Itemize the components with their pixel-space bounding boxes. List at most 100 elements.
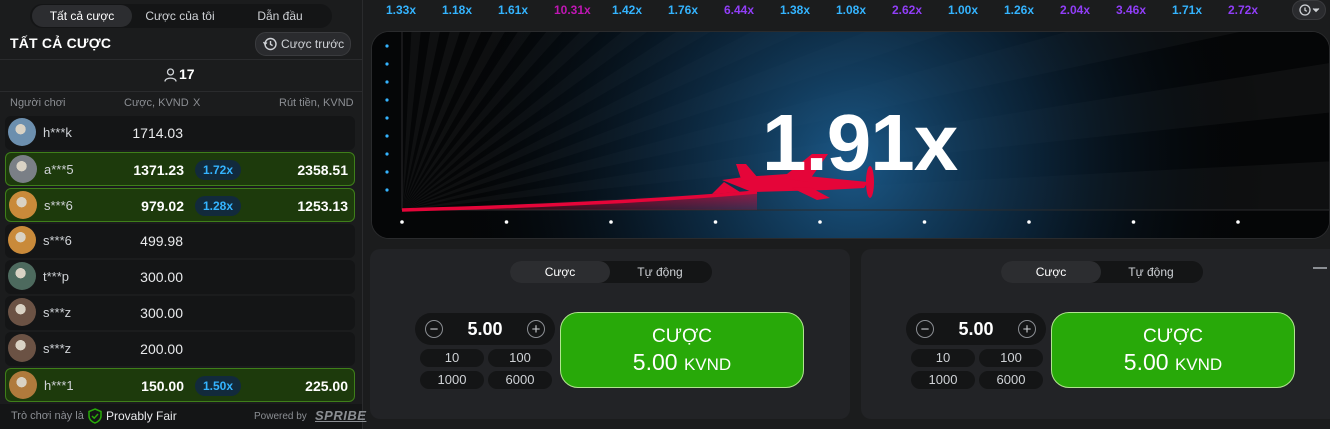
history-multiplier[interactable]: 1.38x [780,3,810,17]
bet-row: s***z 300.00 [5,296,355,330]
history-multiplier[interactable]: 1.00x [948,3,978,17]
tab-auto[interactable]: Tự động [610,261,710,283]
game-canvas: 1.91x [371,31,1330,239]
spribe-logo[interactable]: SPRIBE [315,408,366,423]
quick-amount-button[interactable]: 100 [488,349,552,367]
previous-bets-label: Cược trước [281,37,345,51]
bet-amount: 979.02 [141,198,184,214]
quick-amount-button[interactable]: 10 [420,349,484,367]
history-multiplier[interactable]: 1.76x [668,3,698,17]
player-name: s***z [43,305,72,320]
decrease-button[interactable]: − [916,320,934,338]
history-multiplier[interactable]: 1.18x [442,3,472,17]
bet-amount: 200.00 [140,341,183,357]
bets-tabs: Tất cả cược Cược của tôi Dẫn đầu [30,4,332,28]
bet-panel: Cược Tự động −5.00 +10 100 1000 6000 CƯỢC 5.00 K… [861,249,1330,419]
bet-amount: 150.00 [141,378,184,394]
footer: Trò chơi này là Provably Fair Powered by… [0,404,366,429]
quick-amount-button[interactable]: 6000 [979,371,1043,389]
history-multiplier[interactable]: 6.44x [724,3,754,17]
player-name: h***k [43,125,72,140]
bet-amount: 300.00 [140,269,183,285]
avatar [8,262,36,290]
player-name: s***6 [43,233,72,248]
bet-button-amount: 5.00 KVND [561,349,803,376]
tab-bet[interactable]: Cược [510,261,610,283]
avatar [8,118,36,146]
history-multiplier[interactable]: 2.62x [892,3,922,17]
shield-check-icon [88,408,102,424]
previous-bets-button[interactable]: Cược trước [255,32,351,56]
history-icon [262,37,277,51]
place-bet-button[interactable]: CƯỢC 5.00 KVND [1051,312,1295,388]
tab-bet[interactable]: Cược [1001,261,1101,283]
col-player: Người chơi [10,97,66,109]
player-name: s***z [43,341,72,356]
bet-mode-switch: Cược Tự động [1001,261,1203,283]
user-icon [164,68,177,82]
quick-amount-button[interactable]: 1000 [911,371,975,389]
bet-row: s***6 979.02 1.28x 1253.13 [5,188,355,222]
bet-button-currency: KVND [1174,355,1223,374]
history-multiplier[interactable]: 3.46x [1116,3,1146,17]
divider [0,59,362,60]
avatar [8,334,36,362]
current-multiplier: 1.91x [762,98,958,187]
player-count-value: 17 [179,66,195,82]
history-multiplier[interactable]: 1.33x [386,3,416,17]
history-multiplier[interactable]: 1.71x [1172,3,1202,17]
bet-button-value: 5.00 [632,349,678,375]
provably-fair-link[interactable]: Provably Fair [106,409,177,423]
bet-amount: 499.98 [140,233,183,249]
tab-all-bets[interactable]: Tất cả cược [32,5,132,27]
bet-row: h***k 1714.03 [5,116,355,150]
fair-text: Trò chơi này là [11,410,84,422]
bet-button-value: 5.00 [1123,349,1169,375]
quick-amount-button[interactable]: 10 [911,349,975,367]
bet-amount: 300.00 [140,305,183,321]
powered-by: Powered by [254,411,307,422]
player-name: t***p [43,269,70,284]
tab-top[interactable]: Dẫn đầu [230,5,330,27]
player-name: h***1 [44,378,74,393]
history-toggle-button[interactable] [1292,0,1326,20]
bets-sidebar: Tất cả cược Cược của tôi Dẫn đầu TẤT CẢ … [0,0,366,429]
quick-amount-button[interactable]: 6000 [488,371,552,389]
col-x: X [193,97,201,109]
avatar [9,371,37,399]
all-bets-title: TẤT CẢ CƯỢC [10,35,112,51]
history-multiplier[interactable]: 1.08x [836,3,866,17]
cashout-multiplier: 1.50x [195,376,241,396]
remove-panel-button[interactable] [1313,267,1327,269]
history-multiplier[interactable]: 1.61x [498,3,528,17]
bet-amount-input[interactable]: 5.00 [449,319,521,340]
quick-amount-button[interactable]: 1000 [420,371,484,389]
increase-button[interactable]: + [527,320,545,338]
cashout-multiplier: 1.28x [195,196,241,216]
increase-button[interactable]: + [1018,320,1036,338]
col-cashout: Rút tiền, KVND [279,97,354,109]
history-multiplier[interactable]: 10.31x [554,3,591,17]
history-multiplier[interactable]: 2.04x [1060,3,1090,17]
tab-auto[interactable]: Tự động [1101,261,1201,283]
quick-amount-button[interactable]: 100 [979,349,1043,367]
bet-amount-stepper: −5.00 + [415,313,555,345]
bet-amount-input[interactable]: 5.00 [940,319,1012,340]
win-amount: 2358.51 [297,162,348,178]
bet-button-currency: KVND [683,355,732,374]
avatar [9,191,37,219]
bet-row: h***1 150.00 1.50x 225.00 [5,368,355,402]
history-multiplier[interactable]: 1.26x [1004,3,1034,17]
history-multiplier[interactable]: 1.42x [612,3,642,17]
decrease-button[interactable]: − [425,320,443,338]
history-multiplier[interactable]: 2.72x [1228,3,1258,17]
history-icon [1299,4,1320,16]
bet-row: s***z 200.00 [5,332,355,366]
player-name: a***5 [44,162,74,177]
bet-row: t***p 300.00 [5,260,355,294]
bet-button-label: CƯỢC [652,326,712,347]
tab-my-bets[interactable]: Cược của tôi [130,5,230,27]
place-bet-button[interactable]: CƯỢC 5.00 KVND [560,312,804,388]
avatar [8,226,36,254]
bet-panel: Cược Tự động −5.00 +10 100 1000 6000 CƯỢC 5.00 K… [370,249,850,419]
